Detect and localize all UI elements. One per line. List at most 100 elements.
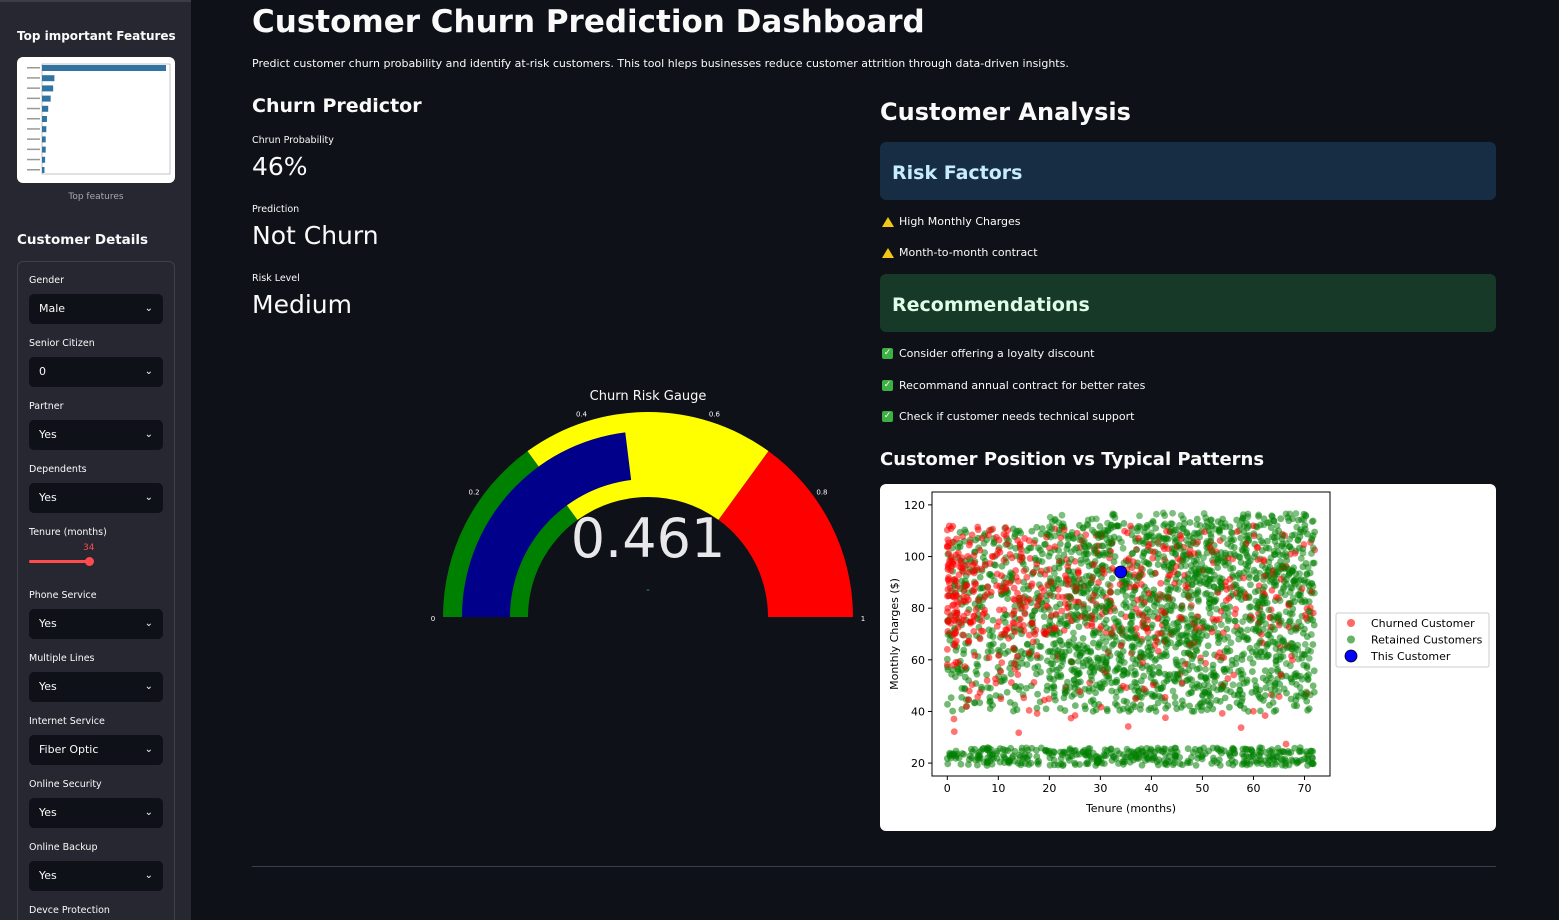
- retained-point: [1203, 537, 1211, 545]
- retained-point: [1204, 580, 1211, 588]
- retained-point: [1286, 535, 1294, 543]
- gauge-tick-label: 0.8: [816, 489, 827, 497]
- churned-point: [993, 622, 1001, 630]
- gender-value: Male: [39, 302, 66, 315]
- churned-point: [984, 583, 991, 591]
- retained-point: [1128, 633, 1136, 640]
- retained-point: [1249, 752, 1257, 760]
- churned-point: [1037, 592, 1045, 600]
- retained-point: [1282, 608, 1290, 616]
- customer-analysis-heading: Customer Analysis: [880, 98, 1131, 126]
- retained-point: [1091, 606, 1099, 614]
- churned-point: [1020, 694, 1028, 702]
- thumb-axes: [41, 63, 171, 175]
- tenure-slider-track[interactable]: [29, 560, 90, 563]
- retained-point: [1245, 593, 1253, 600]
- churned-point: [951, 575, 959, 583]
- retained-point: [1172, 744, 1180, 752]
- retained-point: [1250, 553, 1258, 561]
- feature-bar: [42, 136, 46, 143]
- retained-point: [986, 757, 994, 765]
- internet-service-select[interactable]: Fiber Optic ⌄: [29, 735, 163, 765]
- retained-point: [957, 760, 965, 768]
- retained-point: [1186, 595, 1194, 603]
- customer-details-heading: Customer Details: [17, 232, 149, 248]
- retained-point: [1067, 555, 1075, 563]
- x-tick-label: 40: [1144, 782, 1158, 795]
- x-tick-label: 50: [1195, 782, 1209, 795]
- churned-point: [1124, 529, 1131, 537]
- retained-point: [1176, 639, 1183, 647]
- retained-point: [1309, 682, 1317, 690]
- churned-point: [1030, 539, 1038, 547]
- phone-service-select[interactable]: Yes ⌄: [29, 609, 163, 639]
- x-axis-label: Tenure (months): [1085, 802, 1176, 815]
- churned-point: [1010, 660, 1018, 667]
- retained-point: [1294, 536, 1302, 544]
- retained-point: [1196, 579, 1204, 587]
- online-security-label: Online Security: [29, 779, 102, 790]
- churned-point: [1017, 545, 1025, 553]
- churned-point: [1088, 620, 1096, 628]
- retained-point: [1069, 534, 1077, 542]
- retained-point: [1208, 522, 1216, 530]
- retained-point: [1259, 539, 1267, 547]
- retained-point: [1279, 585, 1287, 593]
- gender-select[interactable]: Male ⌄: [29, 294, 163, 324]
- retained-point: [1084, 605, 1092, 613]
- y-tick-label: 120: [904, 499, 925, 512]
- retained-point: [1089, 707, 1097, 715]
- device-protection-label: Devce Protection: [29, 905, 110, 916]
- retained-point: [1241, 745, 1249, 753]
- senior-citizen-select[interactable]: 0 ⌄: [29, 357, 163, 387]
- retained-point: [1279, 532, 1287, 539]
- online-backup-select[interactable]: Yes ⌄: [29, 861, 163, 891]
- churned-point: [1011, 628, 1019, 636]
- churned-point: [1002, 579, 1010, 587]
- churned-point: [984, 590, 991, 597]
- retained-point: [1112, 693, 1120, 701]
- retained-point: [1040, 613, 1048, 621]
- retained-point: [1245, 603, 1253, 611]
- retained-point: [1209, 705, 1217, 713]
- tenure-slider-handle[interactable]: [85, 557, 94, 566]
- partner-select[interactable]: Yes ⌄: [29, 420, 163, 450]
- customer-position-chart[interactable]: 0 10 20 30 40 50 60 70 20 40 60 80 100 120 Tenure (mon…: [880, 484, 1496, 831]
- churned-point: [1064, 581, 1072, 588]
- retained-point: [1257, 695, 1265, 702]
- retained-point: [1184, 759, 1191, 767]
- online-security-select[interactable]: Yes ⌄: [29, 798, 163, 828]
- retained-point: [1239, 511, 1247, 519]
- retained-point: [1192, 761, 1200, 769]
- retained-point: [1200, 554, 1207, 562]
- retained-point: [1218, 582, 1225, 590]
- churned-point: [1002, 585, 1010, 593]
- retained-point: [1061, 612, 1069, 620]
- phone-service-value: Yes: [39, 617, 57, 630]
- gauge-value-text: 0.461: [571, 507, 726, 570]
- churned-point: [1029, 638, 1037, 646]
- retained-point: [1308, 518, 1316, 526]
- churned-point: [961, 663, 969, 671]
- page-subtitle: Predict customer churn probability and i…: [252, 57, 1069, 70]
- dependents-select[interactable]: Yes ⌄: [29, 483, 163, 513]
- feature-bar: [42, 65, 166, 71]
- risk-factor-text: High Monthly Charges: [899, 215, 1021, 228]
- retained-point: [1209, 665, 1217, 673]
- churned-point: [1067, 714, 1075, 722]
- partner-label: Partner: [29, 401, 64, 412]
- retained-point: [1169, 509, 1176, 517]
- retained-point: [1109, 752, 1117, 760]
- retained-point: [1230, 536, 1238, 544]
- retained-point: [1265, 640, 1272, 647]
- churned-point: [948, 553, 956, 561]
- retained-point: [1096, 629, 1103, 637]
- retained-point: [993, 747, 1001, 755]
- feature-importance-thumbnail[interactable]: [17, 57, 175, 183]
- retained-point: [1295, 693, 1302, 700]
- retained-point: [1051, 696, 1059, 704]
- retained-point: [1304, 564, 1312, 571]
- multiple-lines-select[interactable]: Yes ⌄: [29, 672, 163, 702]
- retained-point: [1303, 662, 1311, 670]
- churned-point: [965, 687, 973, 695]
